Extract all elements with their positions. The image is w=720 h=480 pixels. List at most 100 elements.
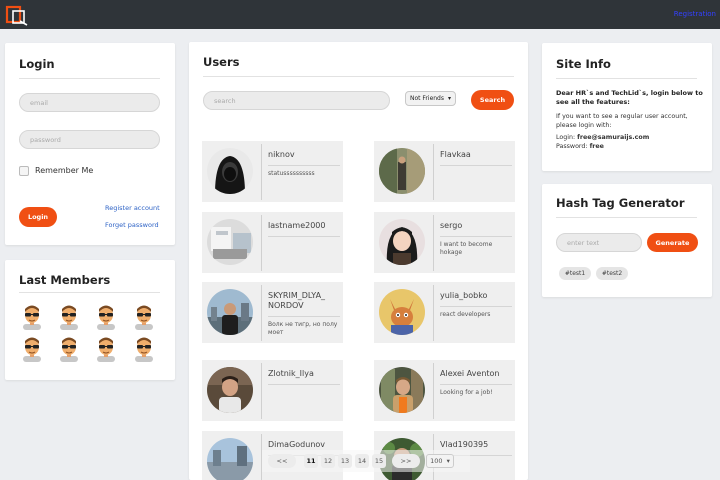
divider	[268, 384, 340, 385]
divider	[556, 78, 697, 79]
user-name[interactable]: yulia_bobko	[440, 291, 510, 301]
divider	[440, 384, 512, 385]
divider	[19, 292, 160, 293]
page-size-value: 100	[430, 457, 443, 465]
chevron-down-icon: ▾	[446, 457, 450, 465]
password-placeholder: password	[30, 135, 61, 144]
forget-password-link[interactable]: Forget password	[105, 221, 159, 229]
divider	[440, 236, 512, 237]
page-number[interactable]: 15	[372, 454, 386, 468]
user-avatar[interactable]	[379, 219, 425, 265]
page-number[interactable]: 13	[338, 454, 352, 468]
users-title: Users	[203, 55, 240, 69]
divider	[261, 144, 262, 200]
divider	[433, 285, 434, 341]
member-avatar[interactable]	[21, 336, 43, 362]
divider	[440, 165, 512, 166]
next-page-button[interactable]: >>	[392, 454, 420, 468]
site-info-card: Site Info Dear HR`s and TechLid`s, login…	[542, 43, 712, 171]
member-avatar[interactable]	[58, 304, 80, 330]
registration-link[interactable]: Registration	[674, 10, 716, 18]
site-info-hint: If you want to see a regular user accoun…	[556, 113, 688, 129]
user-status: Looking for a job!	[440, 389, 493, 396]
user-avatar[interactable]	[207, 219, 253, 265]
page-size-select[interactable]: 100 ▾	[426, 454, 454, 468]
user-name[interactable]: lastname2000	[268, 221, 338, 231]
user-name[interactable]: sergo	[440, 221, 510, 231]
search-input[interactable]: search	[203, 91, 390, 110]
divider	[440, 306, 512, 307]
password-value: free	[589, 143, 604, 150]
divider	[261, 215, 262, 271]
hashtag-chip[interactable]: #test1	[559, 267, 591, 280]
user-avatar[interactable]	[207, 438, 253, 480]
divider	[268, 236, 340, 237]
hashtag-input[interactable]: enter text	[556, 233, 642, 252]
user-name[interactable]: DimaGodunov	[268, 440, 338, 450]
hashtag-chip[interactable]: #test2	[596, 267, 628, 280]
user-card[interactable]: sergo I want to become hokage	[374, 212, 515, 273]
prev-page-button[interactable]: <<	[268, 454, 296, 468]
login-label: Login:	[556, 134, 576, 141]
password-field[interactable]: password	[19, 130, 160, 149]
friends-filter-select[interactable]: Not Friends ▾	[405, 91, 456, 106]
app-logo-icon[interactable]	[4, 4, 30, 26]
site-info-title: Site Info	[556, 57, 611, 71]
user-card[interactable]: Alexei Aventon Looking for a job!	[374, 360, 515, 421]
page-number[interactable]: 14	[355, 454, 369, 468]
user-avatar[interactable]	[207, 289, 253, 335]
member-avatar[interactable]	[95, 336, 117, 362]
search-button[interactable]: Search	[471, 90, 514, 110]
user-avatar[interactable]	[379, 367, 425, 413]
pagination: << 11 12 13 14 15 >> 100 ▾	[262, 450, 470, 472]
generate-button[interactable]: Generate	[647, 233, 698, 252]
user-status: Волк не тигр, но полу моет	[268, 321, 338, 336]
user-card[interactable]: niknov statussssssssss	[202, 141, 343, 202]
user-status: react developers	[440, 311, 491, 318]
divider	[261, 285, 262, 341]
chevron-down-icon: ▾	[447, 95, 451, 102]
user-name[interactable]: Vlad190395	[440, 440, 510, 450]
divider	[261, 363, 262, 419]
email-field[interactable]: email	[19, 93, 160, 112]
user-name[interactable]: Alexei Aventon	[440, 369, 510, 379]
page-number[interactable]: 11	[304, 454, 318, 468]
member-avatar[interactable]	[133, 336, 155, 362]
user-avatar[interactable]	[379, 289, 425, 335]
user-name[interactable]: Zlotnik_Ilya	[268, 369, 338, 379]
page-number[interactable]: 12	[321, 454, 335, 468]
login-card: Login email password Remember Me Login R…	[5, 43, 175, 245]
member-avatar[interactable]	[58, 336, 80, 362]
last-members-card: Last Members	[5, 260, 175, 380]
divider	[19, 78, 160, 79]
site-info-password: Password: free	[556, 142, 604, 151]
last-members-title: Last Members	[19, 273, 111, 287]
member-avatar[interactable]	[95, 304, 117, 330]
user-name[interactable]: Flavkaa	[440, 150, 510, 160]
user-card[interactable]: lastname2000	[202, 212, 343, 273]
hashtag-title: Hash Tag Generator	[556, 196, 685, 210]
user-card[interactable]: yulia_bobkoreact developers	[374, 282, 515, 343]
user-name[interactable]: SKYRIM_DLYA_ NORDOV	[268, 291, 338, 311]
divider	[268, 165, 340, 166]
member-avatar[interactable]	[133, 304, 155, 330]
login-value: free@samuraijs.com	[577, 134, 650, 141]
login-title: Login	[19, 57, 55, 71]
divider	[433, 363, 434, 419]
user-card[interactable]: Flavkaa	[374, 141, 515, 202]
user-avatar[interactable]	[207, 367, 253, 413]
member-avatar[interactable]	[21, 304, 43, 330]
user-card[interactable]: SKYRIM_DLYA_ NORDOV Волк не тигр, но полу…	[202, 282, 343, 343]
remember-label: Remember Me	[35, 166, 94, 175]
user-name[interactable]: niknov	[268, 150, 338, 160]
register-account-link[interactable]: Register account	[105, 204, 160, 212]
divider	[433, 144, 434, 200]
remember-checkbox[interactable]	[19, 166, 29, 176]
hashtag-card: Hash Tag Generator enter text Generate #…	[542, 184, 712, 297]
login-button[interactable]: Login	[19, 207, 57, 227]
divider	[433, 215, 434, 271]
user-status: I want to become hokage	[440, 241, 493, 256]
user-card[interactable]: Zlotnik_Ilya	[202, 360, 343, 421]
user-avatar[interactable]	[207, 148, 253, 194]
user-avatar[interactable]	[379, 148, 425, 194]
